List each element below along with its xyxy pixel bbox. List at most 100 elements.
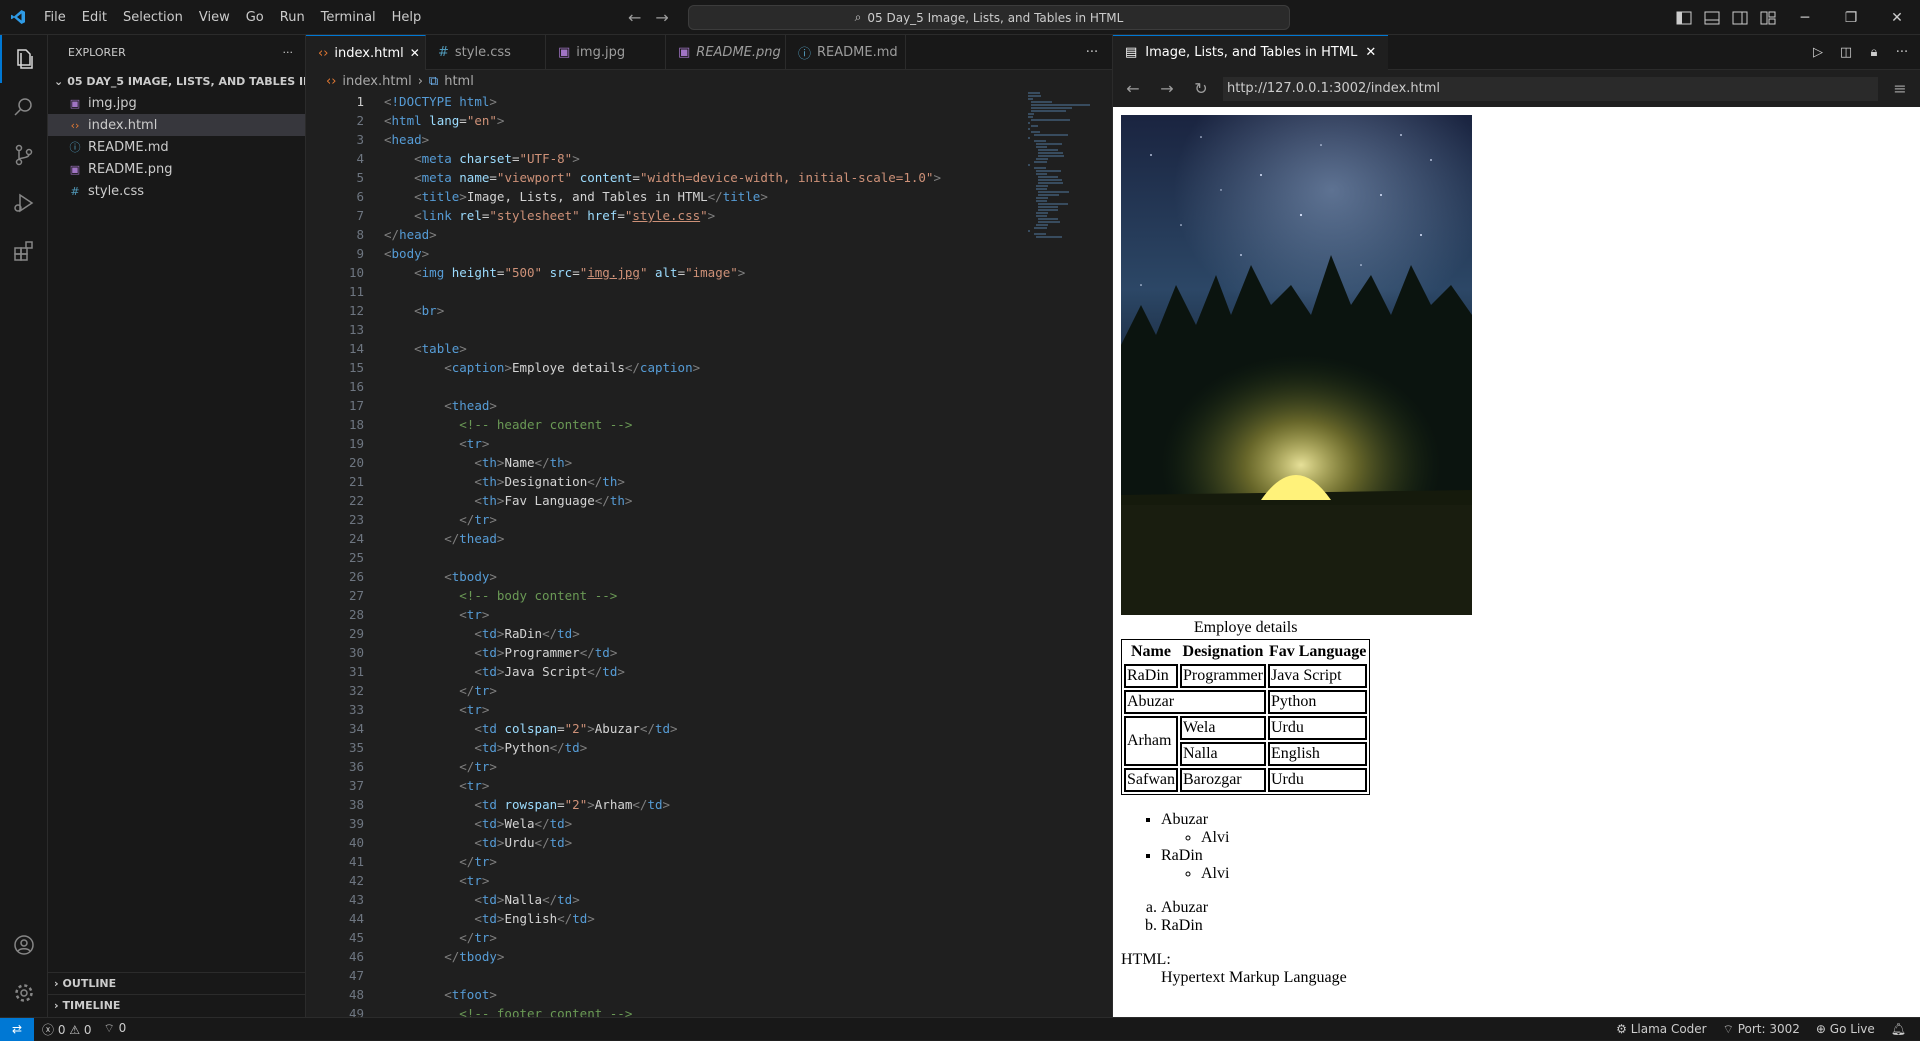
code-line[interactable]: 42 <tr>: [306, 871, 1112, 890]
code-line[interactable]: 40 <td>Urdu</td>: [306, 833, 1112, 852]
code-line[interactable]: 46 </tbody>: [306, 947, 1112, 966]
code-line[interactable]: 11: [306, 282, 1112, 301]
notifications-bell-icon[interactable]: 🔔︎: [1891, 1022, 1906, 1037]
back-arrow-icon[interactable]: ←: [628, 8, 641, 27]
code-line[interactable]: 41 </tr>: [306, 852, 1112, 871]
code-line[interactable]: 38 <td rowspan="2">Arham</td>: [306, 795, 1112, 814]
forward-arrow-icon[interactable]: →: [1155, 79, 1179, 98]
more-actions-icon[interactable]: ···: [1890, 40, 1914, 64]
code-line[interactable]: 48 <tfoot>: [306, 985, 1112, 1004]
customize-layout-icon[interactable]: [1754, 0, 1782, 35]
file-style-css[interactable]: # style.css: [48, 180, 305, 202]
menu-run[interactable]: Run: [272, 10, 313, 25]
source-control-icon[interactable]: [0, 131, 48, 179]
explorer-icon[interactable]: [0, 35, 48, 83]
search-view-icon[interactable]: [0, 83, 48, 131]
problems-indicator[interactable]: ⓧ 0 ⚠ 0: [42, 1021, 92, 1038]
code-line[interactable]: 21 <th>Designation</th>: [306, 472, 1112, 491]
go-live-button[interactable]: ⊕ Go Live: [1816, 1022, 1875, 1037]
code-line[interactable]: 25: [306, 548, 1112, 567]
code-line[interactable]: 28 <tr>: [306, 605, 1112, 624]
lock-icon[interactable]: 🔒︎: [1862, 40, 1886, 64]
code-line[interactable]: 3 <head>: [306, 130, 1112, 149]
code-line[interactable]: 20 <th>Name</th>: [306, 453, 1112, 472]
menu-icon[interactable]: ≡: [1888, 79, 1912, 98]
breadcrumb-file[interactable]: index.html: [342, 74, 411, 89]
tab-readme-png[interactable]: ▣ README.png: [666, 35, 786, 70]
code-line[interactable]: 10 <img height="500" src="img.jpg" alt="…: [306, 263, 1112, 282]
code-line[interactable]: 37 <tr>: [306, 776, 1112, 795]
tab-img-jpg[interactable]: ▣ img.jpg: [546, 35, 666, 70]
port-status[interactable]: ⌔ Port: 3002: [1723, 1022, 1800, 1037]
reload-icon[interactable]: ↻: [1189, 79, 1213, 98]
run-debug-icon[interactable]: [0, 179, 48, 227]
code-line[interactable]: 32 </tr>: [306, 681, 1112, 700]
toggle-primary-sidebar-icon[interactable]: [1670, 0, 1698, 35]
manage-gear-icon[interactable]: [0, 969, 48, 1017]
toggle-secondary-sidebar-icon[interactable]: [1726, 0, 1754, 35]
code-line[interactable]: 9 <body>: [306, 244, 1112, 263]
code-line[interactable]: 19 <tr>: [306, 434, 1112, 453]
remote-icon[interactable]: ⇄: [0, 1017, 34, 1041]
code-line[interactable]: 36 </tr>: [306, 757, 1112, 776]
menu-selection[interactable]: Selection: [115, 10, 191, 25]
code-line[interactable]: 5 <meta name="viewport" content="width=d…: [306, 168, 1112, 187]
breadcrumb-element[interactable]: html: [444, 74, 474, 89]
code-line[interactable]: 30 <td>Programmer</td>: [306, 643, 1112, 662]
file-readme-png[interactable]: ▣ README.png: [48, 158, 305, 180]
code-line[interactable]: 2 <html lang="en">: [306, 111, 1112, 130]
llama-coder-status[interactable]: ⚙ Llama Coder: [1616, 1022, 1706, 1037]
code-line[interactable]: 7 <link rel="stylesheet" href="style.css…: [306, 206, 1112, 225]
accounts-icon[interactable]: [0, 921, 48, 969]
code-line[interactable]: 4 <meta charset="UTF-8">: [306, 149, 1112, 168]
menu-go[interactable]: Go: [238, 10, 272, 25]
extensions-icon[interactable]: [0, 227, 48, 275]
close-icon[interactable]: ✕: [1365, 45, 1376, 60]
code-line[interactable]: 15 <caption>Employe details</caption>: [306, 358, 1112, 377]
code-line[interactable]: 29 <td>RaDin</td>: [306, 624, 1112, 643]
code-line[interactable]: 24 </thead>: [306, 529, 1112, 548]
code-line[interactable]: 27 <!-- body content -->: [306, 586, 1112, 605]
code-line[interactable]: 6 <title>Image, Lists, and Tables in HTM…: [306, 187, 1112, 206]
split-editor-icon[interactable]: ◫: [1834, 40, 1858, 64]
more-actions-icon[interactable]: ···: [1072, 35, 1112, 69]
code-line[interactable]: 12 <br>: [306, 301, 1112, 320]
tab-readme-md[interactable]: ⓘ README.md: [786, 35, 906, 70]
menu-file[interactable]: File: [36, 10, 74, 25]
outline-section[interactable]: › OUTLINE: [48, 972, 306, 994]
more-actions-icon[interactable]: ···: [283, 46, 294, 59]
code-line[interactable]: 47: [306, 966, 1112, 985]
code-line[interactable]: 14 <table>: [306, 339, 1112, 358]
menu-view[interactable]: View: [191, 10, 238, 25]
ports-indicator[interactable]: ⌔ 0: [104, 1021, 127, 1038]
code-line[interactable]: 49 <!-- footer content -->: [306, 1004, 1112, 1017]
code-line[interactable]: 22 <th>Fav Language</th>: [306, 491, 1112, 510]
back-arrow-icon[interactable]: ←: [1121, 79, 1145, 98]
timeline-section[interactable]: › TIMELINE: [48, 994, 306, 1016]
minimap[interactable]: [1028, 92, 1098, 252]
code-line[interactable]: 26 <tbody>: [306, 567, 1112, 586]
code-line[interactable]: 31 <td>Java Script</td>: [306, 662, 1112, 681]
code-line[interactable]: 44 <td>English</td>: [306, 909, 1112, 928]
code-line[interactable]: 13: [306, 320, 1112, 339]
command-center[interactable]: ⌕ 05 Day_5 Image, Lists, and Tables in H…: [688, 5, 1290, 30]
restore-icon[interactable]: ❐: [1828, 0, 1874, 35]
toggle-panel-icon[interactable]: [1698, 0, 1726, 35]
menu-help[interactable]: Help: [384, 10, 430, 25]
minimize-icon[interactable]: ─: [1782, 0, 1828, 35]
menu-terminal[interactable]: Terminal: [313, 10, 384, 25]
close-window-icon[interactable]: ✕: [1874, 0, 1920, 35]
code-line[interactable]: 8 </head>: [306, 225, 1112, 244]
code-line[interactable]: 35 <td>Python</td>: [306, 738, 1112, 757]
workspace-folder[interactable]: ⌄ 05 DAY_5 IMAGE, LISTS, AND TABLES IN H…: [48, 70, 305, 92]
url-input[interactable]: http://127.0.0.1:3002/index.html: [1223, 76, 1878, 101]
file-img-jpg[interactable]: ▣ img.jpg: [48, 92, 305, 114]
code-line[interactable]: 34 <td colspan="2">Abuzar</td>: [306, 719, 1112, 738]
code-line[interactable]: 18 <!-- header content -->: [306, 415, 1112, 434]
file-index-html[interactable]: ‹› index.html: [48, 114, 305, 136]
code-line[interactable]: 39 <td>Wela</td>: [306, 814, 1112, 833]
close-icon[interactable]: ✕: [410, 46, 420, 60]
tab-preview[interactable]: ▤ Image, Lists, and Tables in HTML ✕: [1113, 34, 1389, 70]
tab-style-css[interactable]: # style.css: [426, 35, 546, 70]
forward-arrow-icon[interactable]: →: [655, 8, 668, 27]
